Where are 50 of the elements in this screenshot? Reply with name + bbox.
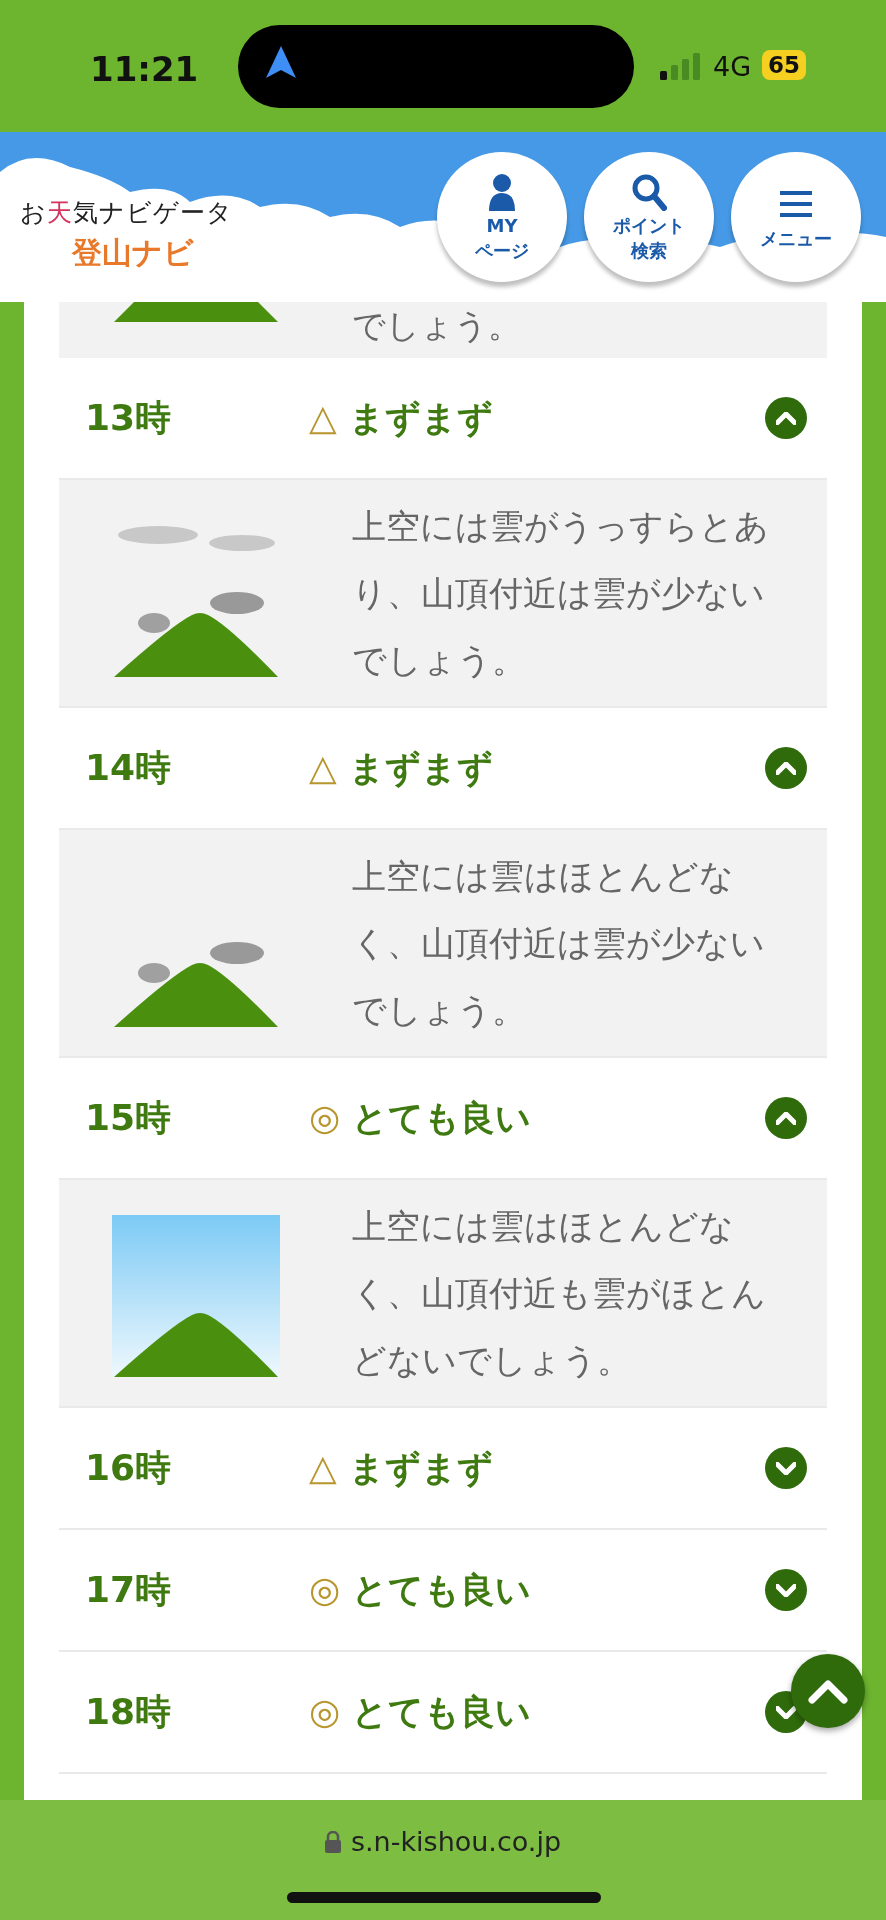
forecast-description: 上空には雲がうっすらとあり、山頂付近は雲が少ないでしょう。 [352,504,770,682]
rating-label: まずまず [348,1446,493,1490]
logo-title: お天気ナビゲータ [20,197,233,229]
network-label: 4G [713,50,752,84]
collapse-button[interactable] [765,1097,807,1139]
search-icon [631,173,667,212]
chevron-down-icon [776,1583,796,1597]
forecast-description: 上空には雲はほとんどなく、山頂付近も雲がほとんどないでしょう。 [352,1204,767,1382]
rating-symbol: ◎ [309,1096,341,1140]
hour-label: 15時 [84,1096,173,1140]
point-search-button[interactable]: ポイント 検索 [584,152,714,282]
chevron-up-icon [776,1111,796,1125]
forecast-description: でしょう。 [352,306,521,346]
mountain-weather-icon [112,941,280,1027]
chevron-down-icon [776,1461,796,1475]
expand-button[interactable] [765,1447,807,1489]
mountain-weather-icon [112,1215,280,1377]
status-time: 11:21 [90,48,199,91]
forecast-description: 上空には雲はほとんどなく、山頂付近は雲が少ないでしょう。 [352,854,766,1032]
rating-symbol: △ [309,746,337,790]
rating-label: まずまず [348,396,493,440]
rating-symbol: △ [309,1446,337,1490]
rating-label: まずまず [348,746,493,790]
expand-button[interactable] [765,1569,807,1611]
arrow-up-icon [808,1678,848,1704]
hour-label: 16時 [84,1446,173,1490]
url-text[interactable]: s.n-kishou.co.jp [350,1822,562,1863]
rating-label: とても良い [352,1690,532,1734]
hour-label: 13時 [84,396,173,440]
lock-icon [324,1831,341,1854]
hour-label: 18時 [84,1690,173,1734]
rating-label: とても良い [352,1568,532,1612]
chevron-up-icon [776,411,796,425]
rating-symbol: △ [309,396,337,440]
mountain-weather-icon [112,525,280,677]
chevron-down-icon [776,1705,796,1719]
rating-label: とても良い [352,1096,532,1140]
signal-icon [660,53,702,80]
my-page-button[interactable]: MY ページ [437,152,567,282]
rating-symbol: ◎ [309,1690,341,1734]
battery-level: 65 [762,50,806,80]
location-arrow-icon [266,46,296,78]
hour-label: 17時 [84,1568,173,1612]
collapse-button[interactable] [765,747,807,789]
chevron-up-icon [776,761,796,775]
menu-button[interactable]: メニュー [731,152,861,282]
hour-label: 14時 [84,746,173,790]
rating-symbol: ◎ [309,1568,341,1612]
logo-subtitle: 登山ナビ [72,234,194,272]
collapse-button[interactable] [765,397,807,439]
